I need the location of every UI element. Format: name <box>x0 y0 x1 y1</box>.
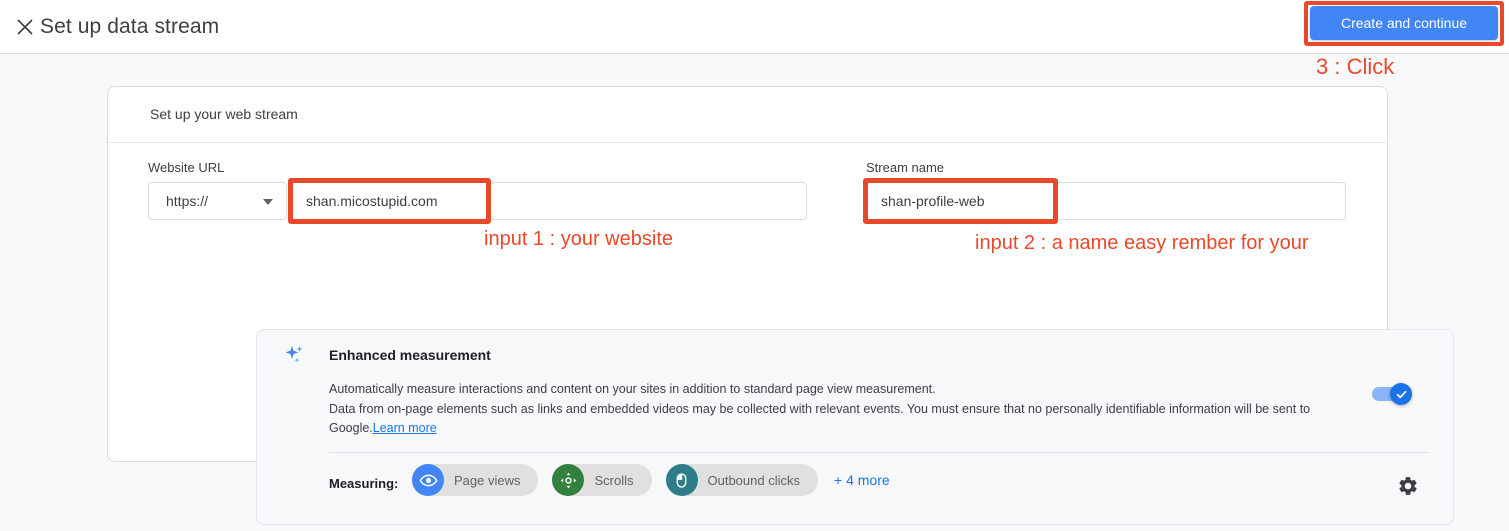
mouse-icon <box>665 464 698 496</box>
description-line-1: Automatically measure interactions and c… <box>329 382 936 396</box>
annotation-input-1: input 1 : your website <box>484 228 673 250</box>
protocol-select[interactable]: https:// <box>148 182 287 220</box>
scroll-move-icon <box>552 464 585 496</box>
website-url-label: Website URL <box>148 160 225 175</box>
stream-name-input[interactable] <box>866 182 1346 220</box>
more-events-link[interactable]: + 4 more <box>834 472 890 488</box>
measuring-label: Measuring: <box>329 476 399 491</box>
website-url-input[interactable] <box>291 182 807 220</box>
page-header: Set up data stream Create and continue <box>0 0 1509 54</box>
stream-name-label: Stream name <box>866 160 945 175</box>
enhanced-measurement-title: Enhanced measurement <box>329 347 491 363</box>
chip-scrolls[interactable]: Scrolls <box>552 464 652 496</box>
chip-label: Scrolls <box>594 472 634 488</box>
chip-page-views[interactable]: Page views <box>412 464 539 496</box>
protocol-value: https:// <box>166 193 209 209</box>
toggle-knob-checked <box>1390 383 1412 405</box>
card-header: Set up your web stream <box>108 87 1387 143</box>
chip-label: Page views <box>454 472 521 488</box>
enhanced-measurement-toggle[interactable] <box>1372 383 1412 405</box>
close-icon[interactable] <box>8 10 42 44</box>
measuring-chip-list: Page views Scrolls Outbound clicks + 4 m… <box>412 464 890 496</box>
enhanced-measurement-panel: Enhanced measurement Automatically measu… <box>256 329 1454 525</box>
annotation-input-2: input 2 : a name easy rember for your <box>975 232 1309 254</box>
annotation-step-3-click: 3 : Click <box>1316 54 1395 79</box>
setup-data-stream-page: Set up data stream Create and continue 3… <box>0 0 1509 531</box>
panel-divider <box>329 452 1429 453</box>
page-title: Set up data stream <box>40 15 220 38</box>
eye-icon <box>412 464 444 496</box>
chevron-down-icon <box>263 199 273 205</box>
chip-label: Outbound clicks <box>707 472 801 488</box>
create-and-continue-button[interactable]: Create and continue <box>1310 6 1498 40</box>
web-stream-card: Set up your web stream Enhanced measurem… <box>107 86 1454 525</box>
description-line-3: Google. <box>329 421 373 435</box>
description-line-2: Data from on-page elements such as links… <box>329 401 1311 416</box>
enhanced-measurement-description: Automatically measure interactions and c… <box>329 380 1409 439</box>
card-section-title: Set up your web stream <box>150 106 298 122</box>
sparkle-icon <box>283 345 305 374</box>
chip-outbound-clicks[interactable]: Outbound clicks <box>665 464 818 496</box>
learn-more-link[interactable]: Learn more <box>373 421 437 435</box>
gear-icon[interactable] <box>1394 472 1422 500</box>
